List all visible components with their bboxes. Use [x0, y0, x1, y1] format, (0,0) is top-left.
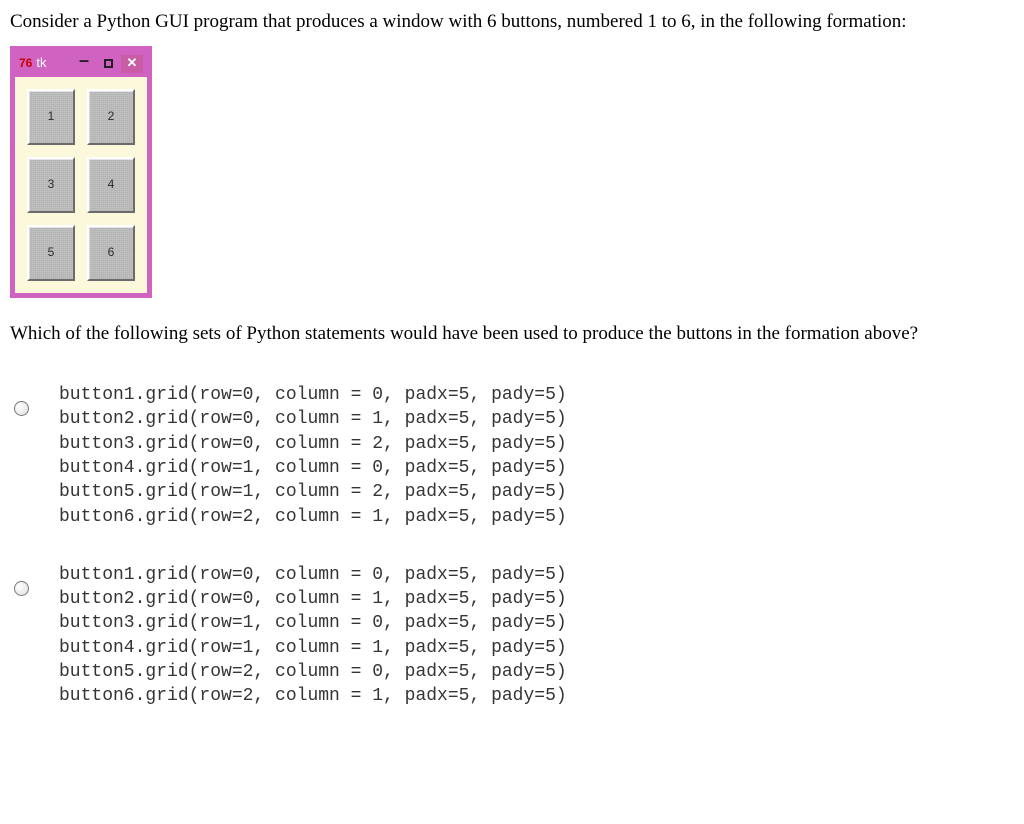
tk-button-3[interactable]: 3: [27, 157, 75, 213]
option-a-code: button1.grid(row=0, column = 0, padx=5, …: [59, 383, 567, 529]
option-a[interactable]: button1.grid(row=0, column = 0, padx=5, …: [10, 383, 1014, 529]
tk-feather-icon: 76: [19, 55, 32, 72]
tk-button-1[interactable]: 1: [27, 89, 75, 145]
tk-button-5[interactable]: 5: [27, 225, 75, 281]
tk-button-6[interactable]: 6: [87, 225, 135, 281]
option-b-code: button1.grid(row=0, column = 0, padx=5, …: [59, 563, 567, 709]
tk-button-grid: 1 2 3 4 5 6: [15, 77, 147, 293]
radio-icon[interactable]: [14, 401, 29, 416]
question-prompt: Which of the following sets of Python st…: [10, 320, 1014, 348]
close-icon[interactable]: ✕: [121, 55, 143, 73]
question-intro: Consider a Python GUI program that produ…: [10, 8, 1014, 36]
tk-button-4[interactable]: 4: [87, 157, 135, 213]
tk-titlebar: 76 tk – ✕: [15, 51, 147, 77]
maximize-icon[interactable]: [97, 55, 119, 73]
tk-button-2[interactable]: 2: [87, 89, 135, 145]
tk-title: tk: [36, 54, 46, 73]
option-b[interactable]: button1.grid(row=0, column = 0, padx=5, …: [10, 563, 1014, 709]
tk-window: 76 tk – ✕ 1 2 3 4 5 6: [10, 46, 152, 298]
minimize-icon[interactable]: –: [73, 51, 95, 69]
radio-icon[interactable]: [14, 581, 29, 596]
